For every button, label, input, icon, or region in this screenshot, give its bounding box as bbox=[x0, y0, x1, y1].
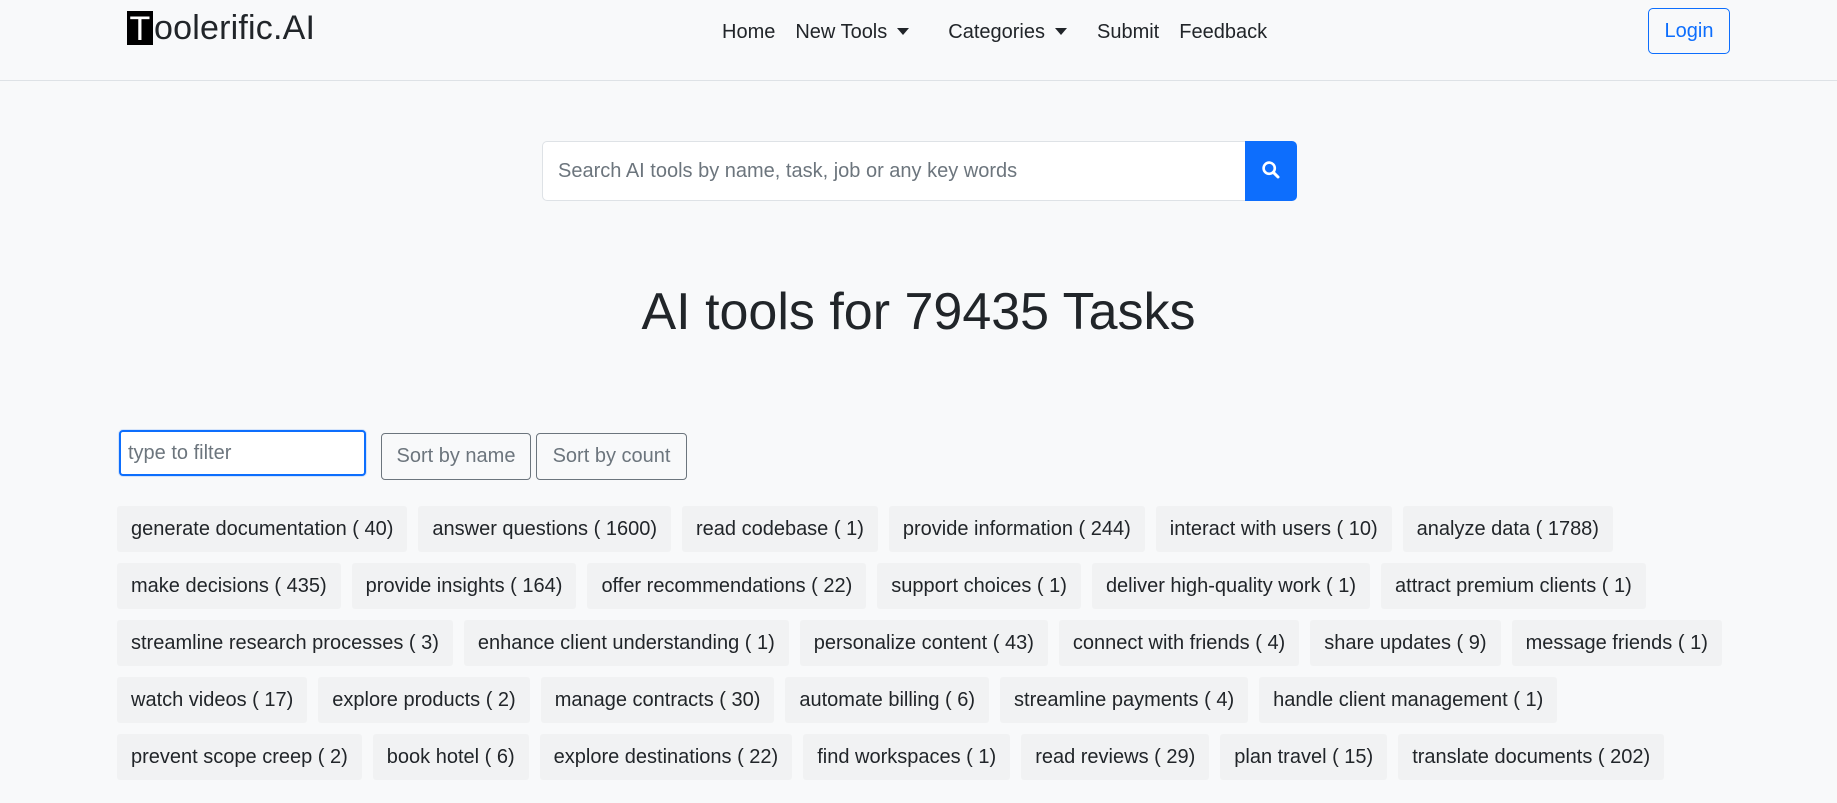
nav-submit-label: Submit bbox=[1096, 20, 1160, 43]
page-title: AI tools for 79435 Tasks bbox=[641, 283, 1196, 341]
task-tag[interactable]: share updates ( 9) bbox=[1310, 620, 1501, 666]
task-tag[interactable]: attract premium clients ( 1) bbox=[1381, 563, 1646, 609]
search-icon bbox=[1261, 160, 1281, 183]
nav-new-tools-label: New Tools bbox=[795, 20, 888, 43]
task-tag[interactable]: explore products ( 2) bbox=[318, 677, 530, 723]
task-tag[interactable]: translate documents ( 202) bbox=[1398, 734, 1665, 780]
task-tag[interactable]: read reviews ( 29) bbox=[1021, 734, 1210, 780]
brand-logo-text: oolerific.AI bbox=[154, 8, 316, 47]
nav-feedback-label: Feedback bbox=[1179, 20, 1268, 43]
task-tag[interactable]: find workspaces ( 1) bbox=[803, 734, 1011, 780]
nav-submit-link[interactable]: Submit bbox=[1097, 21, 1159, 44]
task-tag[interactable]: read codebase ( 1) bbox=[681, 506, 878, 552]
sort-by-name-label: Sort by name bbox=[396, 445, 516, 467]
sort-by-count-label: Sort by count bbox=[552, 445, 671, 467]
nav-home-link[interactable]: Home bbox=[722, 21, 775, 44]
nav-home-label: Home bbox=[722, 20, 776, 43]
brand-logo[interactable]: Toolerific.AI bbox=[127, 8, 315, 48]
search-button[interactable] bbox=[1245, 141, 1297, 201]
top-navbar: Toolerific.AI Home New Tools Categories … bbox=[0, 0, 1837, 81]
nav-feedback-link[interactable]: Feedback bbox=[1179, 21, 1267, 44]
task-tag[interactable]: deliver high-quality work ( 1) bbox=[1091, 563, 1371, 609]
task-tag[interactable]: provide information ( 244) bbox=[888, 506, 1145, 552]
task-tag[interactable]: analyze data ( 1788) bbox=[1402, 506, 1613, 552]
task-tag[interactable]: watch videos ( 17) bbox=[117, 677, 308, 723]
filter-input[interactable] bbox=[119, 430, 366, 476]
task-tag[interactable]: generate documentation ( 40) bbox=[117, 506, 408, 552]
login-button[interactable]: Login bbox=[1648, 8, 1730, 54]
task-tag[interactable]: interact with users ( 10) bbox=[1155, 506, 1392, 552]
task-tag[interactable]: streamline research processes ( 3) bbox=[117, 620, 453, 666]
task-tag[interactable]: connect with friends ( 4) bbox=[1058, 620, 1300, 666]
task-tag[interactable]: automate billing ( 6) bbox=[785, 677, 990, 723]
task-tag[interactable]: provide insights ( 164) bbox=[351, 563, 577, 609]
task-tag[interactable]: personalize content ( 43) bbox=[799, 620, 1048, 666]
task-tag[interactable]: support choices ( 1) bbox=[877, 563, 1081, 609]
sort-by-count-button[interactable]: Sort by count bbox=[536, 433, 687, 480]
task-tag[interactable]: enhance client understanding ( 1) bbox=[463, 620, 789, 666]
brand-logo-letter: T bbox=[127, 11, 153, 47]
nav-new-tools-dropdown[interactable]: New Tools bbox=[795, 20, 910, 44]
search-bar bbox=[542, 141, 1297, 201]
nav-categories-label: Categories bbox=[948, 20, 1045, 43]
chevron-down-icon bbox=[897, 27, 910, 35]
task-tag[interactable]: plan travel ( 15) bbox=[1220, 734, 1388, 780]
task-tag[interactable]: streamline payments ( 4) bbox=[1000, 677, 1249, 723]
task-tag[interactable]: offer recommendations ( 22) bbox=[587, 563, 867, 609]
nav-categories-dropdown[interactable]: Categories bbox=[948, 21, 1067, 44]
task-tag[interactable]: book hotel ( 6) bbox=[372, 734, 529, 780]
task-tag[interactable]: make decisions ( 435) bbox=[117, 563, 341, 609]
task-tag[interactable]: handle client management ( 1) bbox=[1259, 677, 1558, 723]
task-tag[interactable]: answer questions ( 1600) bbox=[418, 506, 671, 552]
task-tag[interactable]: explore destinations ( 22) bbox=[539, 734, 793, 780]
chevron-down-icon bbox=[1054, 27, 1067, 35]
login-button-label: Login bbox=[1664, 19, 1714, 42]
search-input[interactable] bbox=[542, 141, 1245, 201]
task-tag[interactable]: manage contracts ( 30) bbox=[540, 677, 775, 723]
sort-by-name-button[interactable]: Sort by name bbox=[381, 433, 531, 480]
task-tag[interactable]: message friends ( 1) bbox=[1511, 620, 1722, 666]
main-nav: Home New Tools Categories Submit Feedbac… bbox=[722, 18, 1267, 46]
task-tag-list: generate documentation ( 40) answer ques… bbox=[117, 506, 1737, 780]
task-tag[interactable]: prevent scope creep ( 2) bbox=[117, 734, 362, 780]
